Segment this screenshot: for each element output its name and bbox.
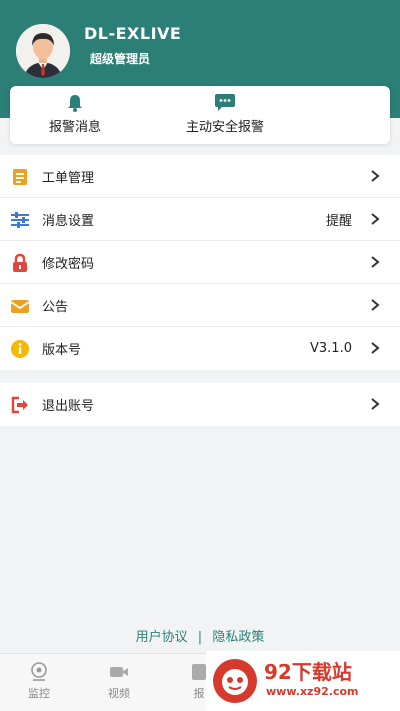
chevron-right-icon <box>371 299 380 311</box>
menu-item-label: 公告 <box>42 299 69 315</box>
user-avatar-icon <box>16 24 70 78</box>
footer-separator: | <box>197 630 203 645</box>
menu-item-message-settings[interactable]: 消息设置 提醒 <box>0 198 400 241</box>
active-safety-alarm-button[interactable]: 主动安全报警 <box>170 94 280 138</box>
alarm-messages-label: 报警消息 <box>48 120 101 135</box>
menu-item-version[interactable]: 版本号 V3.1.0 <box>0 327 400 370</box>
menu-item-announcements[interactable]: 公告 <box>0 284 400 327</box>
menu-item-label: 工单管理 <box>42 170 95 186</box>
user-name: DL-EXLIVE <box>84 24 182 43</box>
menu-item-label: 版本号 <box>42 343 82 358</box>
sliders-icon <box>11 212 29 228</box>
menu-item-work-orders[interactable]: 工单管理 <box>0 155 400 198</box>
chevron-right-icon <box>371 213 380 225</box>
mail-icon <box>10 300 30 313</box>
logout-row: 退出账号 <box>0 383 400 426</box>
monitor-icon <box>31 662 47 681</box>
tab-monitor[interactable]: 监控 <box>14 662 64 701</box>
privacy-policy-link[interactable]: 隐私政策 <box>209 630 267 645</box>
quick-actions-card: 报警消息 主动安全报警 <box>10 86 390 144</box>
watermark-url: www.xz92.com <box>266 685 359 698</box>
logout-icon <box>11 396 28 414</box>
chat-icon <box>215 94 235 111</box>
tab-label: 报 <box>193 687 205 700</box>
user-agreement-link[interactable]: 用户协议 <box>133 630 191 645</box>
alarm-messages-button[interactable]: 报警消息 <box>40 94 110 138</box>
logout-label: 退出账号 <box>42 399 95 414</box>
watermark: 92下载站 www.xz92.com <box>206 651 400 711</box>
tab-label: 监控 <box>28 687 50 700</box>
chevron-right-icon <box>371 398 380 410</box>
watermark-logo-icon <box>213 659 257 703</box>
document-icon <box>13 169 27 185</box>
avatar[interactable] <box>16 24 70 78</box>
user-role: 超级管理员 <box>90 52 151 66</box>
info-icon <box>11 340 29 358</box>
footer-links: 用户协议 | 隐私政策 <box>0 626 400 645</box>
menu-item-change-password[interactable]: 修改密码 <box>0 241 400 284</box>
tab-label: 视频 <box>108 687 130 700</box>
menu-item-value: 提醒 <box>325 213 352 229</box>
settings-menu: 工单管理 消息设置 提醒 修改密码 公告 版本号 V3.1.0 <box>0 155 400 370</box>
version-value: V3.1.0 <box>310 341 352 356</box>
menu-item-label: 修改密码 <box>42 256 95 272</box>
chevron-right-icon <box>371 170 380 182</box>
chevron-right-icon <box>371 256 380 268</box>
tab-video[interactable]: 视频 <box>94 662 144 701</box>
active-safety-alarm-label: 主动安全报警 <box>185 120 264 135</box>
menu-item-label: 消息设置 <box>42 213 95 229</box>
chevron-right-icon <box>371 342 380 354</box>
lock-icon <box>13 253 27 272</box>
logout-button[interactable]: 退出账号 <box>0 383 400 426</box>
bell-icon <box>68 95 82 112</box>
watermark-text: 92下载站 <box>264 660 352 684</box>
video-icon <box>110 667 128 677</box>
